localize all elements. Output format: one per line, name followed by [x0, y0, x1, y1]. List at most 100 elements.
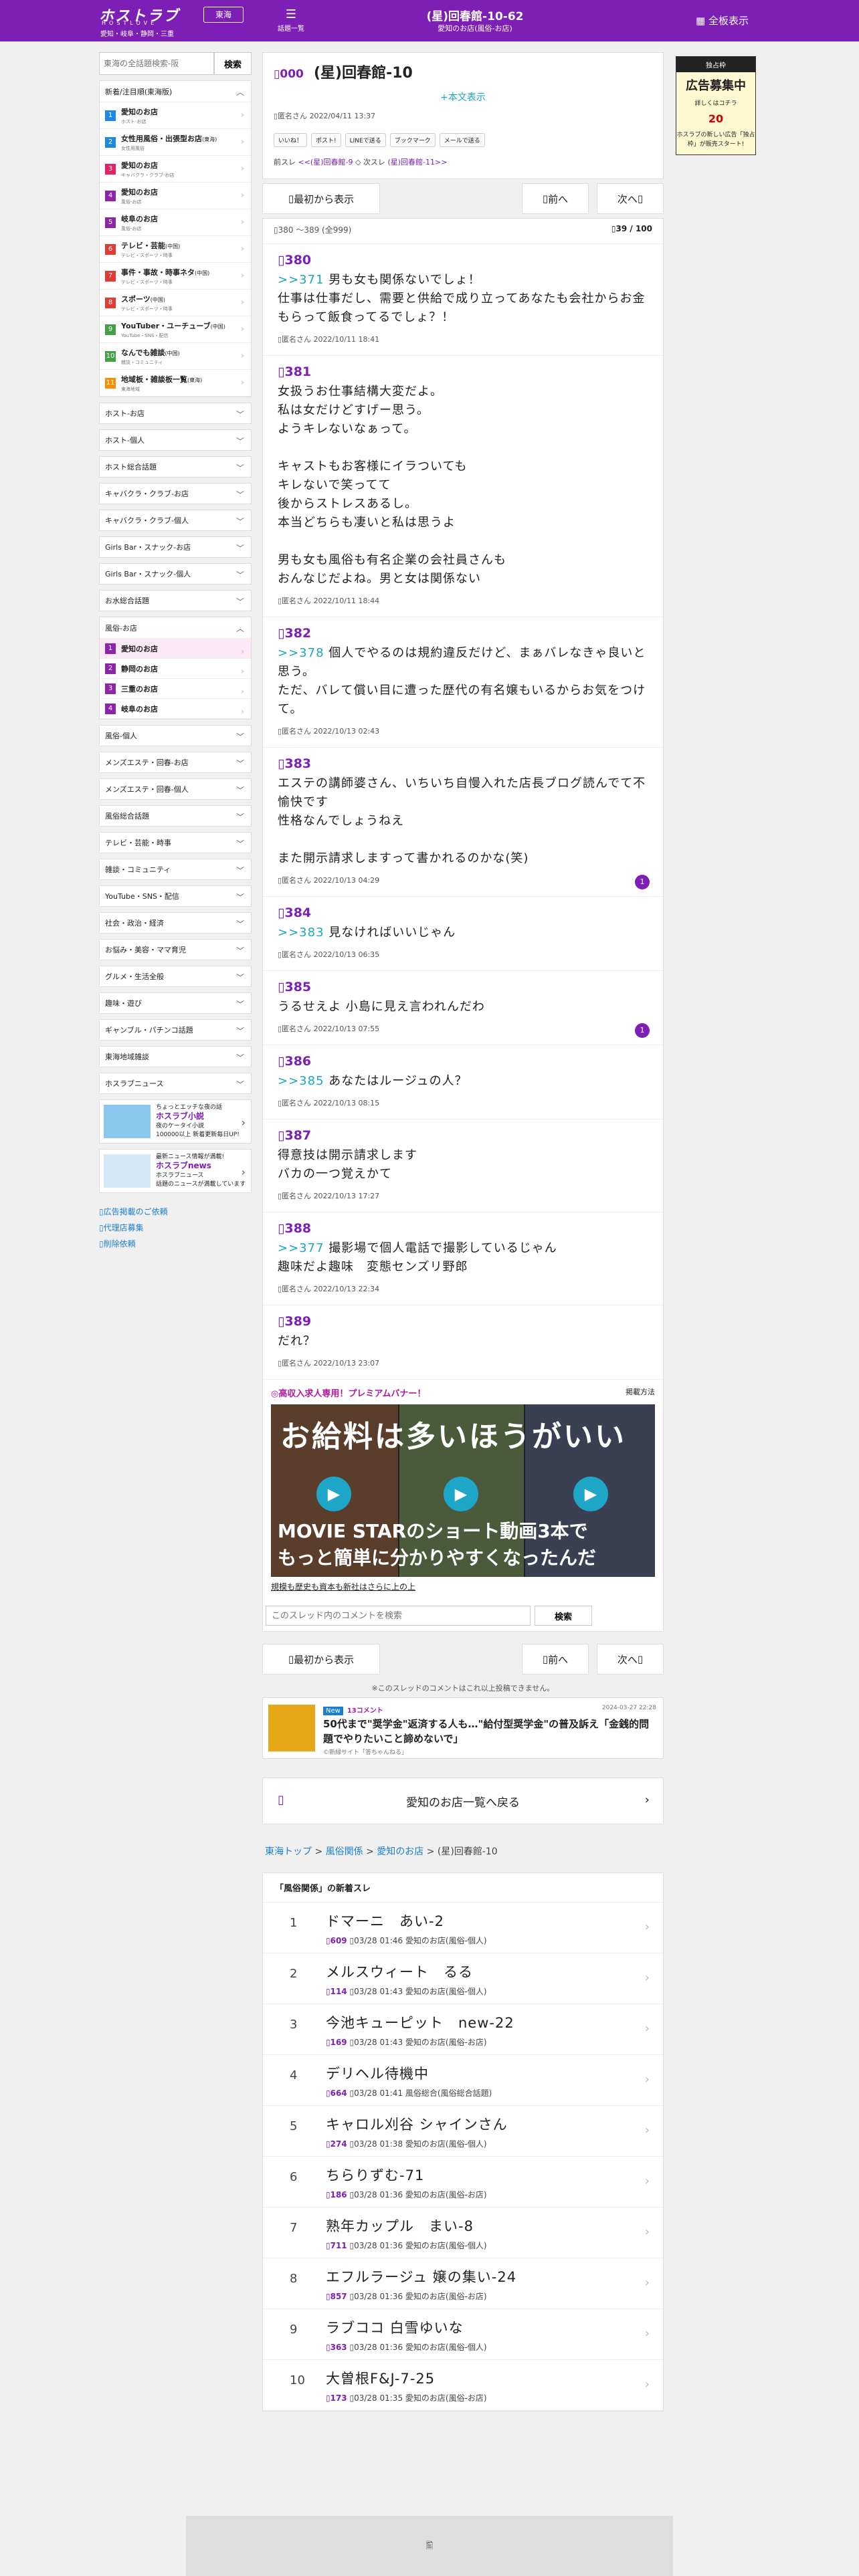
sidebar-item[interactable]: 1 愛知のお店 ホスト-お店 ›	[100, 102, 251, 129]
sidebar-category[interactable]: メンズエステ・回春-個人 ﹀	[99, 778, 252, 800]
sidebar-category[interactable]: ホスト総合話題 ﹀	[99, 456, 252, 477]
prev-page-button[interactable]: ▯ 前へ	[522, 1644, 589, 1675]
reply-count-badge[interactable]: 1	[635, 1023, 650, 1038]
sidebar-category[interactable]: メンズエステ・回春-お店 ﹀	[99, 752, 252, 773]
post-number[interactable]: ▯388	[278, 1218, 648, 1239]
new-thread-item[interactable]: 5 キャロル刈谷 シャインさん ▯274 ▯03/28 01:38 愛知のお店(風俗…	[263, 2106, 663, 2157]
sidebar-category[interactable]: キャバクラ・クラブ-個人 ﹀	[99, 510, 252, 531]
comment-search-button[interactable]: 検索	[535, 1606, 592, 1626]
sidebar-item[interactable]: 8 スポーツ(中国) テレビ・スポーツ・時事 ›	[100, 290, 251, 316]
new-thread-item[interactable]: 1 ドマーニ あい-2 ▯609 ▯03/28 01:46 愛知のお店(風俗-個人)…	[263, 1903, 663, 1953]
new-thread-item[interactable]: 7 熟年カップル まい-8 ▯711 ▯03/28 01:36 愛知のお店(風俗-個…	[263, 2208, 663, 2258]
sidebar-category[interactable]: Girls Bar・スナック-お店 ﹀	[99, 536, 252, 558]
prev-page-button[interactable]: ▯ 前へ	[522, 183, 589, 214]
next-page-button[interactable]: 次へ ▯	[597, 183, 664, 214]
sidebar-category[interactable]: グルメ・生活全般 ﹀	[99, 966, 252, 987]
featured-category-header[interactable]: 新着/注目順(東海版) ︿	[100, 81, 251, 102]
new-thread-item[interactable]: 2 メルスウィート るる ▯114 ▯03/28 01:43 愛知のお店(風俗-個人…	[263, 1953, 663, 2004]
sidebar-category[interactable]: 東海地域雑談 ﹀	[99, 1046, 252, 1067]
sidebar-category[interactable]: YouTube・SNS・配信 ﹀	[99, 885, 252, 907]
post-number[interactable]: ▯385	[278, 976, 648, 998]
back-to-list-button[interactable]: ▯ 愛知のお店一覧へ戻る ›	[262, 1778, 664, 1824]
sidebar-category[interactable]: 趣味・遊び ﹀	[99, 992, 252, 1014]
premium-method-link[interactable]: 掲載方法	[626, 1386, 655, 1399]
sidebar-item[interactable]: 10 なんでも雑談(中国) 雑談・コミュニティ ›	[100, 343, 251, 370]
board-search-button[interactable]: 検索	[214, 52, 252, 75]
full-view-button[interactable]: ▦ 全板表示	[696, 13, 749, 27]
thread-list-button[interactable]: ☰ 話題一覧	[268, 7, 314, 33]
reply-count-badge[interactable]: 1	[635, 875, 650, 889]
post-number[interactable]: ▯381	[278, 361, 648, 383]
sidebar-category[interactable]: 風俗-個人 ﹀	[99, 725, 252, 746]
new-thread-item[interactable]: 9 ラブココ 白雪ゆいな ▯363 ▯03/28 01:36 愛知のお店(風俗-個人…	[263, 2309, 663, 2360]
right-ad-banner[interactable]: 独占枠 広告募集中 詳しくはコチラ 20 ホスラブの新しい広告「独占枠」が販売ス…	[676, 56, 756, 155]
premium-video[interactable]: お給料は多いほうがいい ▶ ▶ ▶ MOVIE STARのショート動画3本で もっ…	[271, 1404, 655, 1577]
sidebar-category[interactable]: お悩み・美容・ママ育児 ﹀	[99, 939, 252, 960]
sidebar-category[interactable]: 風俗総合話題 ﹀	[99, 805, 252, 827]
show-body-link[interactable]: +本文表示	[274, 90, 652, 104]
first-page-button[interactable]: ▯ 最初から表示	[262, 1644, 380, 1675]
sidebar-item[interactable]: 1 愛知のお店 ›	[100, 639, 251, 659]
crumb-category[interactable]: 風俗関係	[326, 1846, 363, 1857]
post-number[interactable]: ▯384	[278, 902, 648, 924]
sidebar-category[interactable]: お水総合話題 ﹀	[99, 590, 252, 611]
ad-request-link[interactable]: ▯広告掲載のご依頼	[99, 1204, 252, 1220]
post-number[interactable]: ▯380	[278, 249, 648, 271]
sidebar-category[interactable]: キャバクラ・クラブ-お店 ﹀	[99, 483, 252, 504]
post-number[interactable]: ▯387	[278, 1125, 648, 1146]
sidebar-item[interactable]: 4 岐阜のお店 ›	[100, 699, 251, 719]
side-banner[interactable]: 最新ニュース情報が満載! ホスラブnews ホスラブニュース 話題のニュースが満載して…	[99, 1149, 252, 1193]
play-icon[interactable]: ▶	[573, 1477, 608, 1511]
sidebar-item[interactable]: 7 事件・事故・時事ネタ(中国) テレビ・スポーツ・時事 ›	[100, 263, 251, 290]
post-number[interactable]: ▯389	[278, 1311, 648, 1332]
play-icon[interactable]: ▶	[444, 1477, 478, 1511]
reply-anchor-link[interactable]: >>377	[278, 1241, 324, 1255]
post-number[interactable]: ▯383	[278, 753, 648, 774]
sidebar-item[interactable]: 5 岐阜のお店 風俗-お店 ›	[100, 209, 251, 236]
line-share-button[interactable]: LINEで送る	[345, 133, 386, 147]
sidebar-item[interactable]: 6 テレビ・芸能(中国) テレビ・スポーツ・時事 ›	[100, 236, 251, 263]
delete-request-link[interactable]: ▯削除依頼	[99, 1236, 252, 1252]
sidebar-category[interactable]: Girls Bar・スナック-個人 ﹀	[99, 563, 252, 584]
agency-link[interactable]: ▯代理店募集	[99, 1220, 252, 1236]
fuzoku-category-header[interactable]: 風俗-お店 ︿	[100, 617, 251, 639]
post-x-button[interactable]: ポスト!	[311, 133, 341, 147]
sidebar-item[interactable]: 4 愛知のお店 風俗-お店 ›	[100, 183, 251, 209]
sidebar-item[interactable]: 3 愛知のお店 キャバクラ・クラブ-お店 ›	[100, 156, 251, 183]
new-thread-item[interactable]: 10 大曽根F&J-7-25 ▯173 ▯03/28 01:35 愛知のお店(風俗-…	[263, 2360, 663, 2411]
next-page-button[interactable]: 次へ ▯	[597, 1644, 664, 1675]
new-thread-item[interactable]: 3 今池キューピット new-22 ▯169 ▯03/28 01:43 愛知のお店(…	[263, 2004, 663, 2055]
sidebar-item[interactable]: 3 三重のお店 ›	[100, 679, 251, 699]
sidebar-category[interactable]: 雑談・コミュニティ ﹀	[99, 859, 252, 880]
sidebar-category[interactable]: 社会・政治・経済 ﹀	[99, 912, 252, 934]
post-number[interactable]: ▯382	[278, 623, 648, 644]
crumb-shop[interactable]: 愛知のお店	[377, 1846, 423, 1857]
side-banner[interactable]: ちょっとエッチな夜の話 ホスラブ小説 夜のケータイ小説 100000以上 新着更新毎日…	[99, 1099, 252, 1144]
new-thread-item[interactable]: 8 エフルラージュ 嬢の集い-24 ▯857 ▯03/28 01:36 愛知のお店(…	[263, 2258, 663, 2309]
sidebar-item[interactable]: 2 静岡のお店 ›	[100, 659, 251, 679]
bottom-bar[interactable]: 🖺	[186, 2516, 673, 2576]
reply-anchor-link[interactable]: >>378	[278, 646, 324, 660]
sidebar-item[interactable]: 2 女性用風俗・出張型お店(東海) 女性用風俗 ›	[100, 129, 251, 156]
board-search-input[interactable]	[99, 52, 214, 75]
next-thread-link[interactable]: (星)回春館-11>>	[387, 158, 447, 167]
post-number[interactable]: ▯386	[278, 1051, 648, 1072]
sidebar-category[interactable]: テレビ・芸能・時事 ﹀	[99, 832, 252, 853]
reply-anchor-link[interactable]: >>371	[278, 273, 324, 287]
new-thread-item[interactable]: 4 デリヘル待機中 ▯664 ▯03/28 01:41 風俗総合(風俗総合話題) ›	[263, 2055, 663, 2106]
region-button[interactable]: 東海	[203, 7, 244, 23]
sidebar-category[interactable]: ホスト-お店 ﹀	[99, 403, 252, 424]
first-page-button[interactable]: ▯ 最初から表示	[262, 183, 380, 214]
like-button[interactable]: いいね！	[274, 133, 308, 147]
sidebar-category[interactable]: ホスラブニュース ﹀	[99, 1073, 252, 1094]
reply-anchor-link[interactable]: >>385	[278, 1074, 324, 1088]
prev-thread-link[interactable]: <<(星)回春館-9	[298, 158, 353, 167]
bookmark-button[interactable]: ブックマーク	[389, 133, 436, 147]
new-thread-item[interactable]: 6 ちらりずむ-71 ▯186 ▯03/28 01:36 愛知のお店(風俗-お店) ›	[263, 2157, 663, 2208]
sidebar-category[interactable]: ホスト-個人 ﹀	[99, 429, 252, 451]
crumb-top[interactable]: 東海トップ	[265, 1846, 312, 1857]
play-icon[interactable]: ▶	[316, 1477, 351, 1511]
sidebar-item[interactable]: 11 地域板・雑談板一覧(東海) 東海地域 ›	[100, 370, 251, 397]
reply-anchor-link[interactable]: >>383	[278, 926, 324, 940]
sidebar-category[interactable]: ギャンブル・パチンコ話題 ﹀	[99, 1019, 252, 1041]
